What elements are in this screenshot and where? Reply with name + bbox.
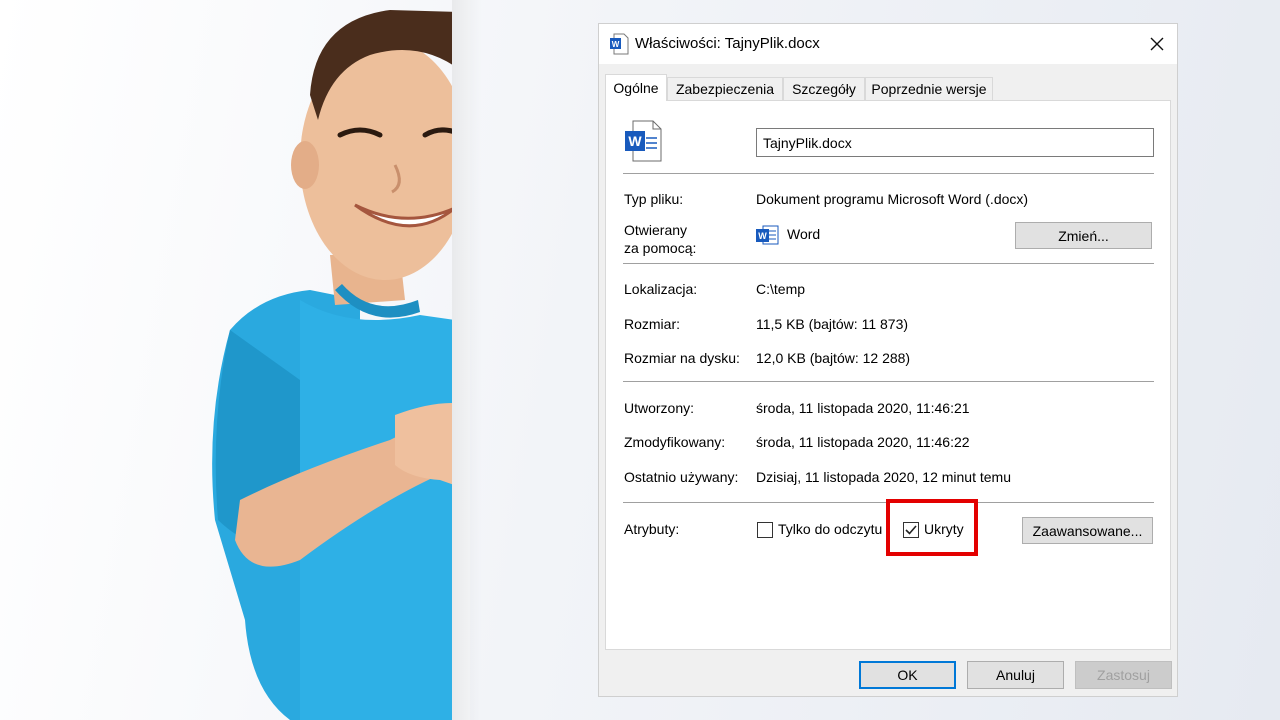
close-button[interactable] xyxy=(1137,24,1177,64)
general-tab-panel: W Typ pliku: Dokument programu Microsoft… xyxy=(605,100,1171,650)
opens-with-label-line1: Otwierany xyxy=(624,222,688,238)
child-photo xyxy=(212,0,470,720)
accessed-value: Dzisiaj, 11 listopada 2020, 12 minut tem… xyxy=(756,469,1011,485)
file-type-icon: W xyxy=(625,120,662,162)
word-app-icon: W xyxy=(756,225,779,245)
highlight-box xyxy=(886,499,978,556)
close-icon xyxy=(1150,37,1164,51)
size-on-disk-label: Rozmiar na dysku: xyxy=(624,350,740,366)
svg-text:W: W xyxy=(758,231,767,241)
divider xyxy=(623,381,1154,382)
location-label: Lokalizacja: xyxy=(624,281,698,297)
size-value: 11,5 KB (bajtów: 11 873) xyxy=(756,316,909,332)
title-bar[interactable]: W Właściwości: TajnyPlik.docx xyxy=(599,24,1177,64)
file-name-input[interactable] xyxy=(756,128,1154,157)
size-label: Rozmiar: xyxy=(624,316,681,332)
modified-value: środa, 11 listopada 2020, 11:46:22 xyxy=(756,434,970,450)
created-value: środa, 11 listopada 2020, 11:46:21 xyxy=(756,400,970,416)
divider xyxy=(623,173,1154,174)
modified-label: Zmodyfikowany: xyxy=(624,434,726,450)
opens-with-label-line2: za pomocą: xyxy=(624,240,697,256)
location-value: C:\temp xyxy=(756,281,806,297)
ok-button[interactable]: OK xyxy=(859,661,956,689)
apply-button[interactable]: Zastosuj xyxy=(1075,661,1172,689)
readonly-checkbox[interactable] xyxy=(757,522,773,538)
size-on-disk-value: 12,0 KB (bajtów: 12 288) xyxy=(756,350,911,366)
tab-general[interactable]: Ogólne xyxy=(605,74,667,101)
created-label: Utworzony: xyxy=(624,400,695,416)
window-title: Właściwości: TajnyPlik.docx xyxy=(635,35,820,52)
divider xyxy=(623,263,1154,264)
properties-dialog: W Właściwości: TajnyPlik.docx Ogólne Zab… xyxy=(598,23,1178,697)
board-shadow xyxy=(452,0,482,720)
file-type-value: Dokument programu Microsoft Word (.docx) xyxy=(756,191,1029,207)
attributes-label: Atrybuty: xyxy=(624,521,680,537)
word-document-icon: W xyxy=(610,33,629,55)
cancel-button[interactable]: Anuluj xyxy=(967,661,1064,689)
file-type-label: Typ pliku: xyxy=(624,191,684,207)
svg-text:W: W xyxy=(628,133,642,149)
accessed-label: Ostatnio używany: xyxy=(624,469,739,485)
tab-previous-versions[interactable]: Poprzednie wersje xyxy=(865,77,993,100)
readonly-checkbox-label[interactable]: Tylko do odczytu xyxy=(778,521,882,537)
opens-with-app: Word xyxy=(787,226,821,242)
tab-details[interactable]: Szczegóły xyxy=(783,77,865,100)
svg-text:W: W xyxy=(612,40,620,49)
advanced-button[interactable]: Zaawansowane... xyxy=(1022,517,1153,544)
tab-security[interactable]: Zabezpieczenia xyxy=(667,77,783,100)
change-button[interactable]: Zmień... xyxy=(1015,222,1152,249)
